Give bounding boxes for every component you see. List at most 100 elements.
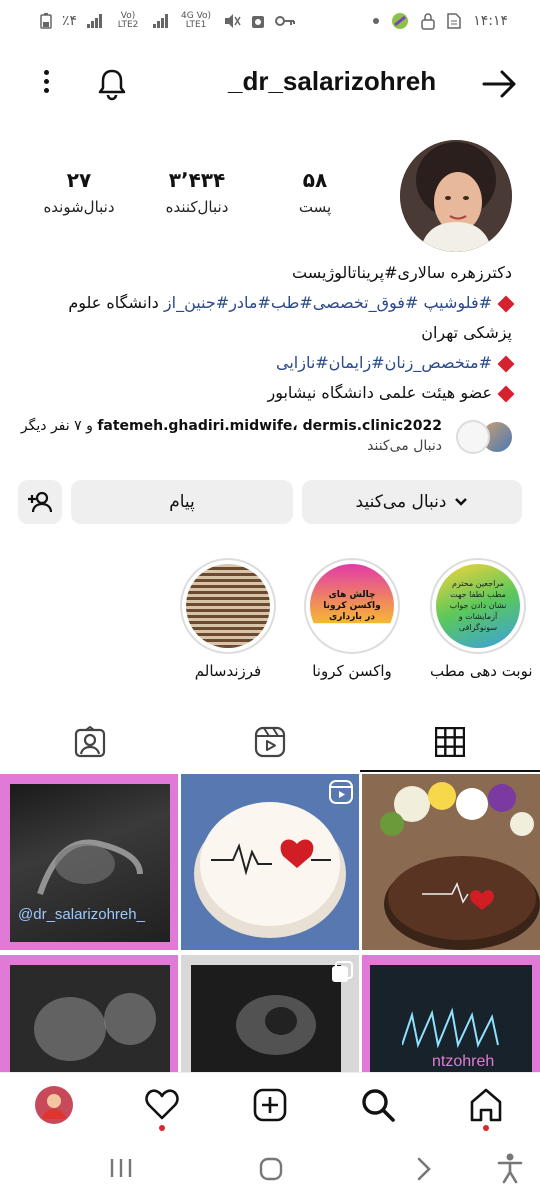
options-menu-icon[interactable] — [36, 70, 56, 98]
red-diamond-icon — [497, 385, 515, 402]
key-icon — [275, 16, 296, 26]
grid-post-1[interactable]: @dr_salarizohreh_ — [0, 774, 178, 950]
accessibility-icon[interactable] — [496, 1152, 524, 1184]
home-button-icon[interactable] — [258, 1156, 284, 1182]
tab-reels[interactable] — [180, 712, 360, 772]
battery-percent: ٪۴ — [62, 13, 78, 29]
profile-header: _dr_salarizohreh — [0, 58, 540, 108]
highlight-ring: مراجعین محترم مطب لطفا جهت نشان دادن جوا… — [430, 558, 526, 654]
highlight-appointments[interactable]: مراجعین محترم مطب لطفا جهت نشان دادن جوا… — [430, 558, 533, 680]
flowers-cake-image — [362, 774, 540, 950]
status-bar: ٪۴ Vo) LTE2 4G Vo) LTE1 ۱۴:۱۴ — [0, 0, 540, 42]
profile-avatar[interactable] — [400, 140, 512, 252]
lock-icon — [421, 13, 435, 30]
following-button-label: دنبال می‌کنید — [355, 492, 447, 512]
content-tabs — [0, 712, 540, 772]
followed-by-label: دنبال می‌کنند — [367, 438, 442, 454]
grid-post-3[interactable] — [362, 774, 540, 950]
highlight-covid-vaccine[interactable]: چالش های واکسن کرونا در بارداری واکسن کر… — [304, 558, 400, 680]
home-icon — [470, 1088, 502, 1122]
highlight-label: نوبت دهی مطب — [430, 662, 533, 680]
network-label-1: 4G Vo) LTE1 — [181, 11, 212, 30]
highlight-ring: چالش های واکسن کرونا در بارداری — [304, 558, 400, 654]
profile-avatar-icon — [35, 1086, 73, 1124]
stat-posts[interactable]: ۵۸ پست — [260, 168, 370, 216]
signal-icon — [87, 14, 103, 28]
bio-line-5: عضو هیئت علمی دانشگاه نیشابور — [12, 378, 515, 408]
bio-line-3: پزشکی تهران — [421, 323, 512, 342]
heart-icon — [145, 1089, 179, 1120]
bio-hashtags-2[interactable]: #متخصص_زنان#زایمان#نازایی — [276, 353, 492, 372]
grid-post-2[interactable] — [181, 774, 359, 950]
carousel-badge-icon — [332, 961, 353, 982]
highlight-healthy-child[interactable]: فرزندسالم — [180, 558, 276, 680]
recent-apps-icon[interactable] — [108, 1156, 134, 1180]
reel-badge-icon — [329, 780, 353, 804]
add-user-icon — [28, 491, 53, 513]
following-button[interactable]: دنبال می‌کنید — [302, 480, 522, 524]
home-notification-dot — [483, 1125, 489, 1131]
search-icon — [362, 1089, 395, 1122]
stat-following[interactable]: ۲۷ دنبال‌شونده — [24, 168, 134, 216]
notification-bell-icon[interactable] — [94, 66, 130, 102]
nav-profile[interactable] — [34, 1085, 74, 1125]
red-diamond-icon — [497, 355, 515, 372]
grid-post-4[interactable] — [0, 955, 178, 1074]
active-tab-indicator — [360, 770, 540, 772]
stat-followers-label: دنبال‌کننده — [165, 198, 229, 216]
stat-following-value: ۲۷ — [66, 168, 92, 192]
signal-icon-2 — [153, 14, 169, 28]
nav-create[interactable] — [250, 1085, 290, 1125]
network-label-2: Vo) LTE2 — [117, 11, 139, 30]
doppler-image — [402, 1007, 499, 1049]
reels-icon — [254, 726, 286, 758]
bio-line-1: دکترزهره سالاری#پریناتالوژیست — [292, 263, 512, 282]
bio-line-2: #فلوشیپ #فوق_تخصصی#طب#مادر#جنین_از دانشگ… — [12, 288, 515, 318]
ultrasound-image — [236, 995, 316, 1055]
grid-post-5[interactable] — [181, 955, 359, 1074]
post-watermark-2: ntzohreh — [432, 1053, 495, 1070]
chevron-down-icon — [455, 498, 468, 506]
notification-dot — [373, 18, 380, 24]
stat-posts-value: ۵۸ — [302, 168, 328, 192]
bio-line-4: #متخصص_زنان#زایمان#نازایی — [12, 348, 515, 378]
bio-hashtags-1[interactable]: #فلوشیپ #فوق_تخصصی#طب#مادر#جنین_از — [164, 293, 492, 312]
highlight-cover — [186, 564, 270, 648]
add-user-button[interactable] — [18, 480, 62, 524]
profile-photo — [400, 140, 512, 252]
profile-username: _dr_salarizohreh — [228, 66, 437, 96]
nav-search[interactable] — [358, 1085, 398, 1125]
status-right: ۱۴:۱۴ — [373, 12, 508, 30]
nav-activity[interactable] — [142, 1085, 182, 1131]
tab-tagged[interactable] — [0, 712, 180, 772]
alarm-icon — [252, 16, 265, 28]
stat-followers[interactable]: ۳٬۴۳۴ دنبال‌کننده — [142, 168, 252, 216]
stat-posts-label: پست — [298, 198, 332, 216]
grid-post-6[interactable]: ntzohreh — [362, 955, 540, 1074]
highlight-ring — [180, 558, 276, 654]
bio-line-5-text: عضو هیئت علمی دانشگاه نیشابور — [267, 383, 492, 402]
clock: ۱۴:۱۴ — [473, 13, 508, 29]
tab-posts-grid[interactable] — [360, 712, 540, 772]
message-button-label: پیام — [169, 492, 195, 512]
status-left: ٪۴ Vo) LTE2 4G Vo) LTE1 — [40, 11, 296, 30]
activity-notification-dot — [159, 1125, 165, 1131]
app-notification-icon — [392, 13, 409, 29]
posts-grid: @dr_salarizohreh_ ntzohreh — [0, 774, 540, 1074]
followed-by[interactable]: fatemeh.ghadiri.midwife، dermis.clinic20… — [18, 416, 518, 462]
bottom-navigation — [0, 1072, 540, 1136]
profile-bio: دکترزهره سالاری#پریناتالوژیست #فلوشیپ #ف… — [12, 258, 515, 408]
message-button[interactable]: پیام — [71, 480, 293, 524]
back-arrow-icon[interactable] — [480, 68, 520, 100]
grid-icon — [435, 727, 465, 757]
highlight-cover: مراجعین محترم مطب لطفا جهت نشان دادن جوا… — [436, 564, 520, 648]
sim-icon — [447, 13, 461, 29]
post-watermark: @dr_salarizohreh_ — [18, 906, 145, 923]
tagged-person-icon — [74, 726, 106, 758]
stat-following-label: دنبال‌شونده — [43, 198, 115, 216]
nav-home[interactable] — [466, 1085, 506, 1131]
followed-by-text: fatemeh.ghadiri.midwife، dermis.clinic20… — [12, 418, 442, 454]
battery-icon — [40, 13, 52, 29]
follower-avatar-2 — [456, 420, 490, 454]
back-button-icon[interactable] — [414, 1156, 434, 1182]
